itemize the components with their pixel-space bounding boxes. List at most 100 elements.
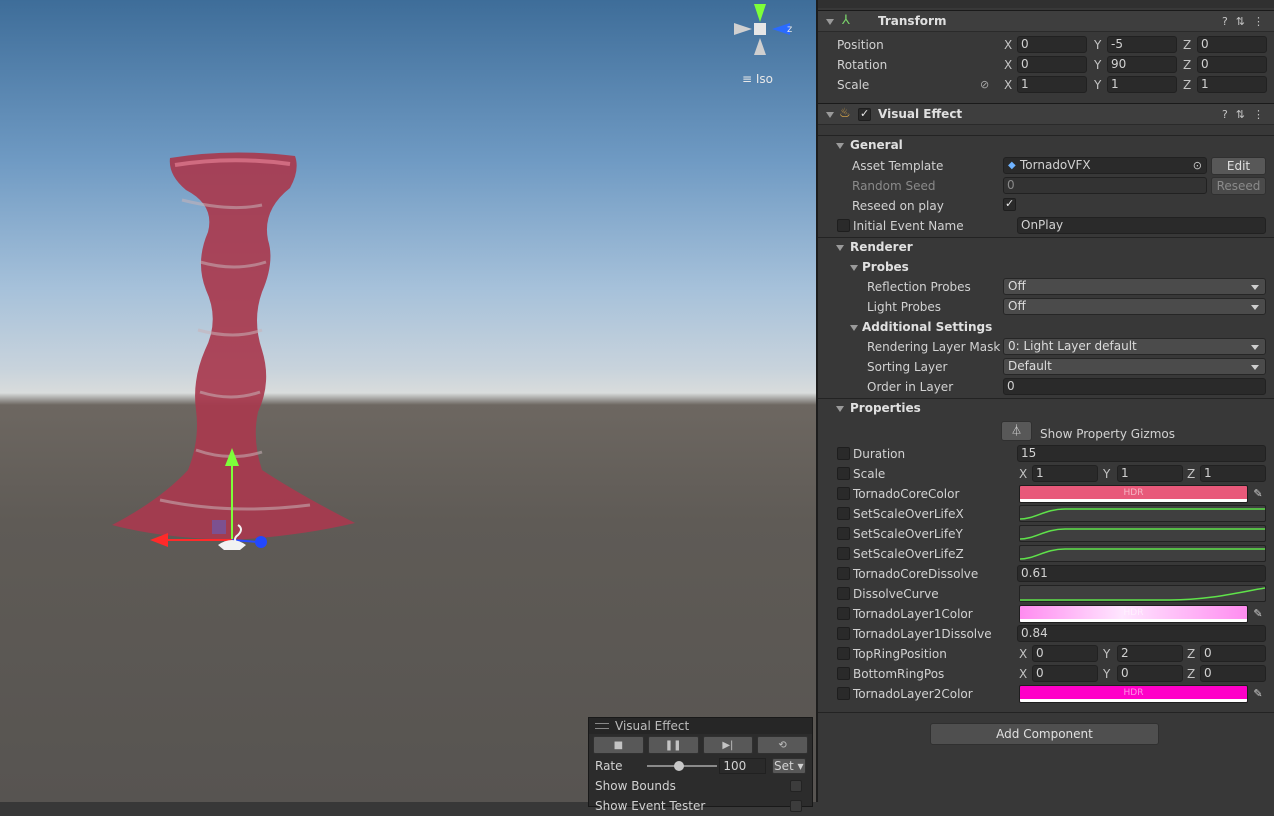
asset-template-field[interactable]: ◆ TornadoVFX ⊙ <box>1003 157 1207 174</box>
layer1-color-swatch[interactable]: HDR <box>1019 605 1248 623</box>
overlay-header[interactable]: Visual Effect <box>589 718 812 734</box>
bottom-ring-x[interactable]: 0 <box>1032 665 1098 682</box>
scene-view[interactable]: z ≡ Iso <box>0 0 816 802</box>
bottom-ring-z[interactable]: 0 <box>1200 665 1266 682</box>
core-color-override-checkbox[interactable] <box>837 487 850 500</box>
reflection-probes-dropdown[interactable]: Off <box>1003 278 1266 295</box>
probes-foldout-icon[interactable] <box>850 265 858 271</box>
dissolve-curve[interactable] <box>1019 585 1266 602</box>
random-seed-field: 0 <box>1003 177 1207 194</box>
position-z[interactable]: 0 <box>1197 36 1267 53</box>
rendering-layer-mask-dropdown[interactable]: 0: Light Layer default <box>1003 338 1266 355</box>
scale-override-checkbox[interactable] <box>837 467 850 480</box>
prop-scale-x[interactable]: 1 <box>1032 465 1098 482</box>
pause-button[interactable]: ❚❚ <box>647 736 699 754</box>
core-color-label: TornadoCoreColor <box>853 487 960 501</box>
scale-over-life-y-curve[interactable] <box>1019 525 1266 542</box>
reseed-on-play-checkbox[interactable] <box>1003 197 1016 211</box>
projection-toggle[interactable]: ≡ Iso <box>742 72 773 86</box>
eyedropper-icon[interactable]: ✎ <box>1251 487 1265 501</box>
duration-override-checkbox[interactable] <box>837 447 850 460</box>
core-dissolve-field[interactable]: 0.61 <box>1017 565 1266 582</box>
sorting-layer-dropdown[interactable]: Default <box>1003 358 1266 375</box>
top-ring-x[interactable]: 0 <box>1032 645 1098 662</box>
set-rate-dropdown[interactable]: Set ▾ <box>771 758 806 774</box>
prop-scale-z[interactable]: 1 <box>1200 465 1266 482</box>
scale-z-override-checkbox[interactable] <box>837 547 850 560</box>
axis-z: Z <box>1183 78 1192 92</box>
show-bounds-checkbox[interactable] <box>790 780 802 792</box>
foldout-icon[interactable] <box>826 19 834 25</box>
visual-effect-enabled-checkbox[interactable] <box>858 107 871 121</box>
bottom-ring-y[interactable]: 0 <box>1117 665 1183 682</box>
layer1-dissolve-override-checkbox[interactable] <box>837 627 850 640</box>
properties-foldout-icon[interactable] <box>836 406 844 412</box>
preset-icon[interactable]: ⇅ <box>1236 108 1245 121</box>
link-icon[interactable]: ⊘ <box>980 78 989 91</box>
scale-over-life-x-curve[interactable] <box>1019 505 1266 522</box>
foldout-icon[interactable] <box>826 112 834 118</box>
dissolve-curve-override-checkbox[interactable] <box>837 587 850 600</box>
scale-over-life-x-label: SetScaleOverLifeX <box>853 507 964 521</box>
restart-button[interactable]: ⟲ <box>757 736 808 754</box>
core-color-swatch[interactable]: HDR <box>1019 485 1248 503</box>
pause-icon: ❚❚ <box>664 739 682 751</box>
scale-y[interactable]: 1 <box>1107 76 1177 93</box>
prop-scale-y[interactable]: 1 <box>1117 465 1183 482</box>
renderer-title: Renderer <box>850 240 913 254</box>
grip-icon[interactable] <box>595 723 609 729</box>
duration-field[interactable]: 15 <box>1017 445 1266 462</box>
reseed-on-play-label: Reseed on play <box>852 199 944 213</box>
top-ring-override-checkbox[interactable] <box>837 647 850 660</box>
transform-header[interactable]: ⅄ Transform ? ⇅ ⋮ <box>818 10 1274 32</box>
core-dissolve-override-checkbox[interactable] <box>837 567 850 580</box>
step-button[interactable]: ▶| <box>702 736 754 754</box>
position-x[interactable]: 0 <box>1017 36 1087 53</box>
rate-slider[interactable] <box>646 759 717 773</box>
axis-x: X <box>1004 58 1013 72</box>
scale-z[interactable]: 1 <box>1197 76 1267 93</box>
more-icon[interactable]: ⋮ <box>1253 108 1264 121</box>
order-in-layer-field[interactable]: 0 <box>1003 378 1266 395</box>
add-component-button[interactable]: Add Component <box>930 723 1159 745</box>
core-dissolve-label: TornadoCoreDissolve <box>853 567 979 581</box>
top-ring-y[interactable]: 2 <box>1117 645 1183 662</box>
bottom-ring-override-checkbox[interactable] <box>837 667 850 680</box>
visual-effect-header[interactable]: ♨ Visual Effect ? ⇅ ⋮ <box>818 103 1274 125</box>
edit-button[interactable]: Edit <box>1211 157 1266 175</box>
initial-event-override-checkbox[interactable] <box>837 219 850 232</box>
rate-input[interactable]: 100 <box>719 758 766 774</box>
scale-over-life-z-curve[interactable] <box>1019 545 1266 562</box>
show-property-gizmos-button[interactable]: ⏃ <box>1001 421 1032 441</box>
layer2-color-override-checkbox[interactable] <box>837 687 850 700</box>
stop-button[interactable]: ■ <box>593 736 644 754</box>
help-icon[interactable]: ? <box>1222 108 1228 121</box>
orientation-gizmo[interactable]: z <box>734 4 792 55</box>
tornado-vfx[interactable] <box>112 152 355 540</box>
rotation-z[interactable]: 0 <box>1197 56 1267 73</box>
scale-y-override-checkbox[interactable] <box>837 527 850 540</box>
rate-slider-knob[interactable] <box>673 761 684 771</box>
object-picker-icon[interactable]: ⊙ <box>1193 158 1202 173</box>
help-icon[interactable]: ? <box>1222 15 1228 28</box>
eyedropper-icon[interactable]: ✎ <box>1251 607 1265 621</box>
rotation-x[interactable]: 0 <box>1017 56 1087 73</box>
additional-settings-foldout-icon[interactable] <box>850 325 858 331</box>
layer1-dissolve-field[interactable]: 0.84 <box>1017 625 1266 642</box>
eyedropper-icon[interactable]: ✎ <box>1251 687 1265 701</box>
position-y[interactable]: -5 <box>1107 36 1177 53</box>
rotation-y[interactable]: 90 <box>1107 56 1177 73</box>
more-icon[interactable]: ⋮ <box>1253 15 1264 28</box>
general-foldout-icon[interactable] <box>836 143 844 149</box>
axis-z: Z <box>1187 667 1196 681</box>
initial-event-field[interactable]: OnPlay <box>1017 217 1266 234</box>
preset-icon[interactable]: ⇅ <box>1236 15 1245 28</box>
scene-canvas[interactable]: z <box>0 0 816 802</box>
layer1-color-override-checkbox[interactable] <box>837 607 850 620</box>
layer2-color-swatch[interactable]: HDR <box>1019 685 1248 703</box>
scale-x[interactable]: 1 <box>1017 76 1087 93</box>
renderer-foldout-icon[interactable] <box>836 245 844 251</box>
scale-x-override-checkbox[interactable] <box>837 507 850 520</box>
light-probes-dropdown[interactable]: Off <box>1003 298 1266 315</box>
top-ring-z[interactable]: 0 <box>1200 645 1266 662</box>
